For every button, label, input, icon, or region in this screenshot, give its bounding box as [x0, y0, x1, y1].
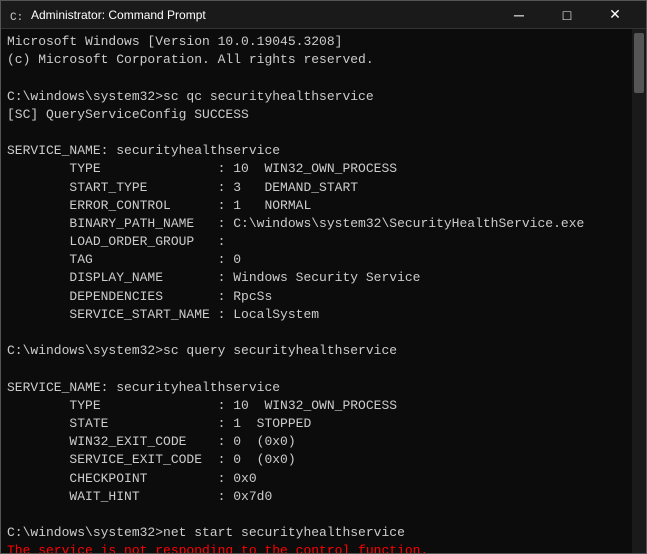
terminal-line: START_TYPE : 3 DEMAND_START [7, 180, 358, 195]
terminal-line: DEPENDENCIES : RpcSs [7, 289, 272, 304]
terminal-line: WIN32_EXIT_CODE : 0 (0x0) [7, 434, 296, 449]
terminal-line: [SC] QueryServiceConfig SUCCESS [7, 107, 249, 122]
cmd-icon: C: [9, 7, 25, 23]
scrollbar[interactable] [632, 29, 646, 553]
scrollbar-thumb[interactable] [634, 33, 644, 93]
close-button[interactable]: ✕ [592, 1, 638, 29]
terminal-line: CHECKPOINT : 0x0 [7, 471, 257, 486]
terminal-line: SERVICE_NAME: securityhealthservice [7, 143, 280, 158]
maximize-button[interactable]: □ [544, 1, 590, 29]
terminal-line: STATE : 1 STOPPED [7, 416, 311, 431]
terminal-line: TYPE : 10 WIN32_OWN_PROCESS [7, 161, 397, 176]
terminal-line: LOAD_ORDER_GROUP : [7, 234, 225, 249]
terminal-line: The service is not responding to the con… [7, 543, 428, 553]
terminal-line: DISPLAY_NAME : Windows Security Service [7, 270, 420, 285]
terminal-line: SERVICE_NAME: securityhealthservice [7, 380, 280, 395]
content-area: Microsoft Windows [Version 10.0.19045.32… [1, 29, 646, 553]
terminal-line: C:\windows\system32>sc qc securityhealth… [7, 89, 374, 104]
terminal-line: ERROR_CONTROL : 1 NORMAL [7, 198, 311, 213]
terminal-line: SERVICE_EXIT_CODE : 0 (0x0) [7, 452, 296, 467]
terminal-line: BINARY_PATH_NAME : C:\windows\system32\S… [7, 216, 584, 231]
minimize-button[interactable]: ─ [496, 1, 542, 29]
terminal-line: TAG : 0 [7, 252, 241, 267]
terminal-line: WAIT_HINT : 0x7d0 [7, 489, 272, 504]
window-title: Administrator: Command Prompt [31, 8, 496, 22]
terminal-line: C:\windows\system32>net start securityhe… [7, 525, 405, 540]
titlebar-buttons: ─ □ ✕ [496, 1, 638, 29]
titlebar: C: Administrator: Command Prompt ─ □ ✕ [1, 1, 646, 29]
window: C: Administrator: Command Prompt ─ □ ✕ M… [0, 0, 647, 554]
terminal-line: C:\windows\system32>sc query securityhea… [7, 343, 397, 358]
terminal-line: Microsoft Windows [Version 10.0.19045.32… [7, 34, 342, 49]
terminal-line: TYPE : 10 WIN32_OWN_PROCESS [7, 398, 397, 413]
svg-text:C:: C: [10, 12, 23, 23]
terminal-line: (c) Microsoft Corporation. All rights re… [7, 52, 374, 67]
terminal-line: SERVICE_START_NAME : LocalSystem [7, 307, 319, 322]
terminal[interactable]: Microsoft Windows [Version 10.0.19045.32… [1, 29, 632, 553]
